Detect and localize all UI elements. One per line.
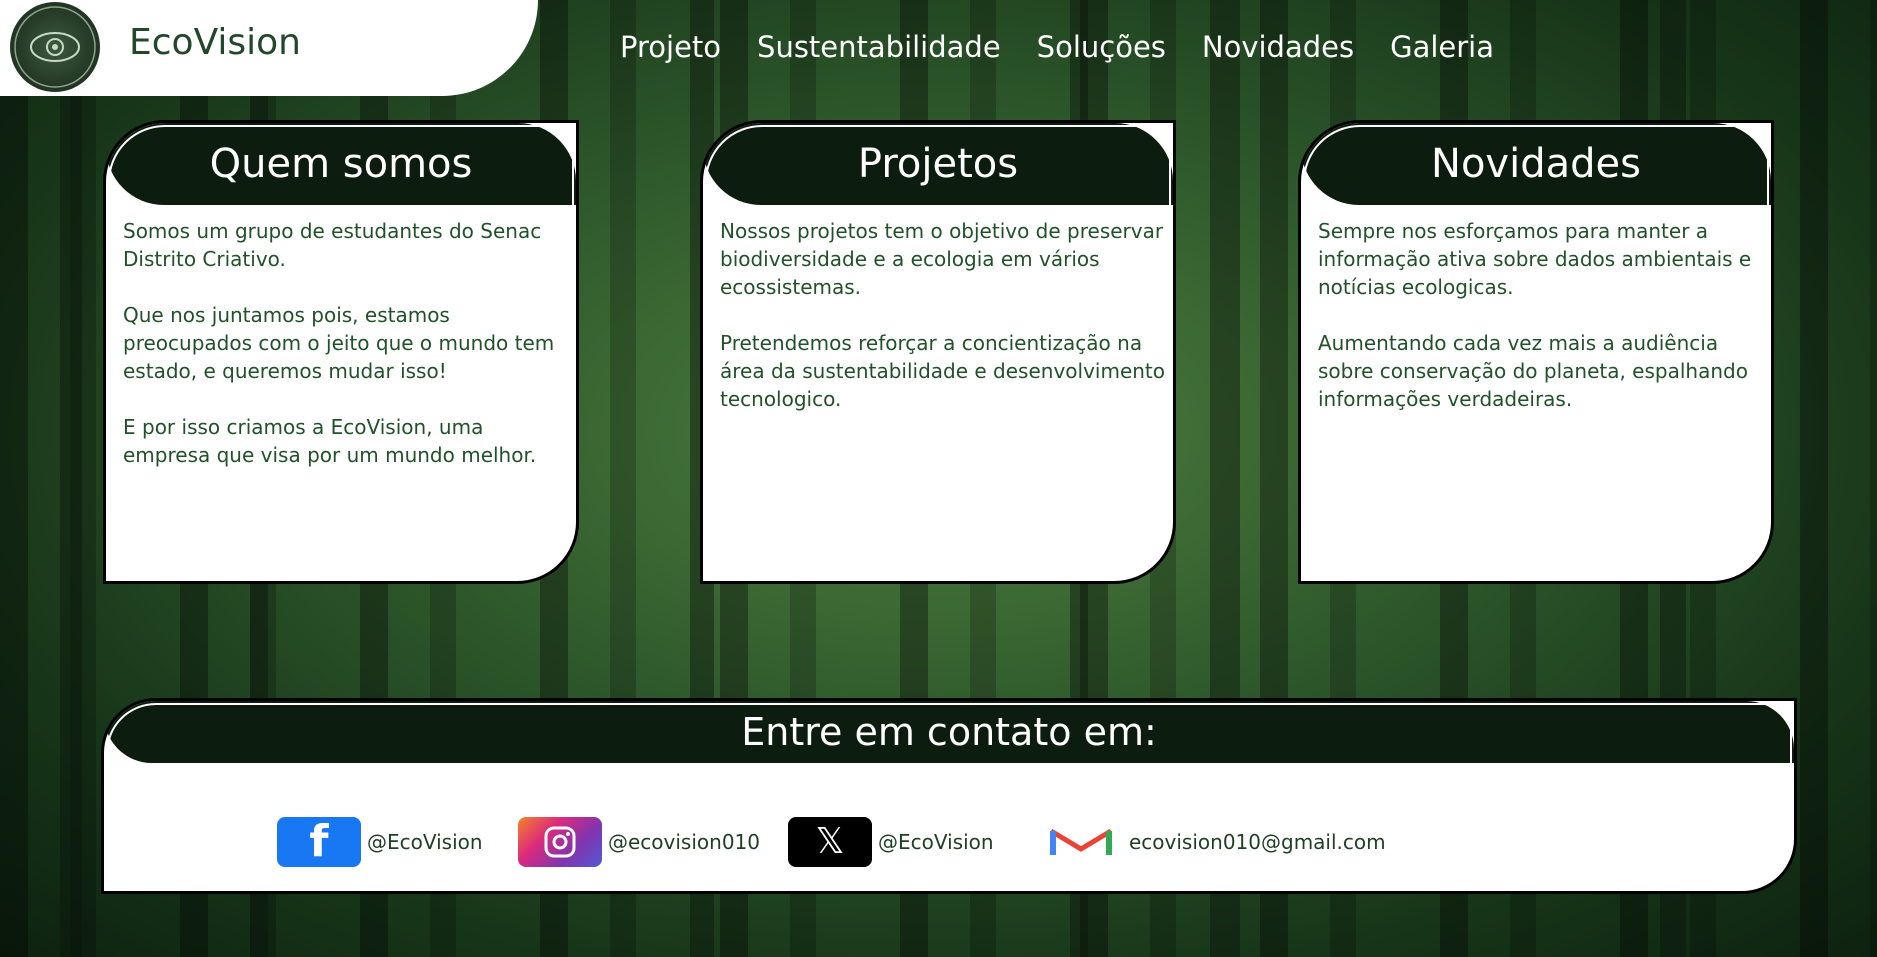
card-quem-somos: Quem somos Somos um grupo de estudantes … — [103, 120, 579, 584]
eye-logo-icon — [10, 2, 100, 92]
card-title: Novidades — [1301, 123, 1771, 205]
gmail-icon — [1039, 817, 1123, 867]
nav-projeto[interactable]: Projeto — [620, 30, 721, 64]
x-handle: @EcoVision — [878, 830, 994, 854]
card-text: Somos um grupo de estudantes do Senac Di… — [123, 219, 542, 271]
instagram-handle: @ecovision010 — [608, 830, 760, 854]
nav-galeria[interactable]: Galeria — [1390, 30, 1494, 64]
main-nav: Projeto Sustentabilidade Soluções Novida… — [620, 30, 1494, 64]
card-text: Sempre nos esforçamos para manter a info… — [1318, 219, 1752, 299]
nav-sustentabilidade[interactable]: Sustentabilidade — [757, 30, 1001, 64]
card-title: Projetos — [703, 123, 1173, 205]
nav-novidades[interactable]: Novidades — [1202, 30, 1354, 64]
nav-solucoes[interactable]: Soluções — [1037, 30, 1166, 64]
card-text: E por isso criamos a EcoVision, uma empr… — [123, 415, 537, 467]
card-text: Que nos juntamos pois, estamos preocupad… — [123, 303, 555, 383]
contact-title: Entre em contato em: — [104, 701, 1794, 763]
header-panel: EcoVision — [0, 0, 538, 96]
gmail-address: ecovision010@gmail.com — [1129, 830, 1386, 854]
card-projetos: Projetos Nossos projetos tem o objetivo … — [700, 120, 1176, 584]
instagram-icon — [518, 817, 602, 867]
facebook-link[interactable]: f @EcoVision — [277, 817, 483, 867]
facebook-handle: @EcoVision — [367, 830, 483, 854]
card-title: Quem somos — [106, 123, 576, 205]
x-icon: 𝕏 — [788, 817, 872, 867]
card-novidades: Novidades Sempre nos esforçamos para man… — [1298, 120, 1774, 584]
card-text: Nossos projetos tem o objetivo de preser… — [720, 219, 1164, 299]
card-text: Pretendemos reforçar a concientização na… — [720, 331, 1165, 411]
contact-panel: Entre em contato em: f @EcoVision @ecovi… — [101, 698, 1797, 894]
x-link[interactable]: 𝕏 @EcoVision — [788, 817, 994, 867]
facebook-icon: f — [277, 817, 361, 867]
card-text: Aumentando cada vez mais a audiência sob… — [1318, 331, 1748, 411]
brand-name: EcoVision — [129, 22, 302, 63]
instagram-link[interactable]: @ecovision010 — [518, 817, 760, 867]
gmail-link[interactable]: ecovision010@gmail.com — [1039, 817, 1386, 867]
